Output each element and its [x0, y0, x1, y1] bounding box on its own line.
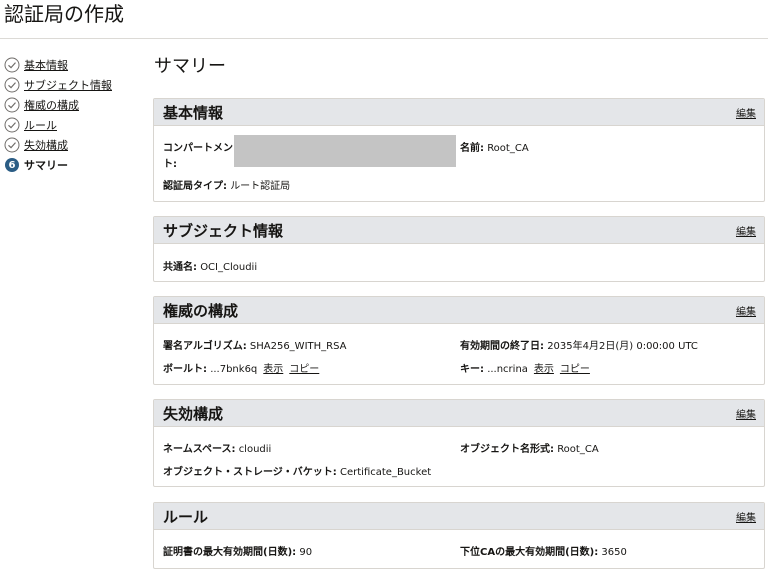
check-circle-icon [4, 117, 20, 133]
object-name-format-field: オブジェクト名形式: Root_CA [460, 444, 599, 455]
max-validity-field: 証明書の最大有効期間(日数): 90 [163, 547, 313, 558]
edit-link[interactable]: 編集 [736, 303, 756, 318]
edit-link[interactable]: 編集 [736, 509, 756, 524]
check-circle-icon [4, 137, 20, 153]
summary-title: サマリー [154, 56, 226, 77]
step-rules[interactable]: ルール [4, 115, 144, 135]
vault-field: ボールト: ...7bnk6q 表示 コピー [163, 364, 320, 375]
step-basic-info[interactable]: 基本情報 [4, 55, 144, 75]
wizard-steps: 基本情報 サブジェクト情報 権威の構成 ルール 失効構成 6 サマリー [4, 55, 144, 175]
card-title: 基本情報 [163, 103, 224, 122]
name-field: 名前: Root_CA [460, 143, 529, 154]
card-title: 権威の構成 [163, 301, 239, 320]
step-summary: 6 サマリー [4, 155, 144, 175]
step-link-revocation-config[interactable]: 失効構成 [24, 137, 68, 153]
card-title: ルール [163, 507, 209, 526]
card-title: 失効構成 [163, 404, 224, 423]
namespace-field: ネームスペース: cloudii [163, 444, 272, 455]
subordinate-max-validity-field: 下位CAの最大有効期間(日数): 3650 [460, 547, 627, 558]
step-link-rules[interactable]: ルール [24, 117, 57, 133]
page-title: 認証局の作成 [0, 0, 768, 39]
step-revocation-config[interactable]: 失効構成 [4, 135, 144, 155]
bucket-field: オブジェクト・ストレージ・バケット: Certificate_Bucket [163, 467, 432, 478]
step-link-basic-info[interactable]: 基本情報 [24, 57, 68, 73]
edit-link[interactable]: 編集 [736, 223, 756, 238]
step-subject-info[interactable]: サブジェクト情報 [4, 75, 144, 95]
authority-config-card: 権威の構成 編集 署名アルゴリズム: SHA256_WITH_RSA 有効期間の… [153, 296, 765, 385]
step-authority-config[interactable]: 権威の構成 [4, 95, 144, 115]
step-number-badge: 6 [5, 158, 19, 172]
vault-show-link[interactable]: 表示 [263, 364, 283, 375]
edit-link[interactable]: 編集 [736, 105, 756, 120]
rules-card: ルール 編集 証明書の最大有効期間(日数): 90 下位CAの最大有効期間(日数… [153, 502, 765, 569]
key-field: キー: ...ncrina 表示 コピー [460, 364, 590, 375]
compartment-label: コンパートメン [163, 143, 233, 154]
ca-type-field: 認証局タイプ: ルート認証局 [163, 181, 291, 192]
subject-info-card: サブジェクト情報 編集 共通名: OCI_Cloudii [153, 216, 765, 282]
check-circle-icon [4, 77, 20, 93]
key-show-link[interactable]: 表示 [534, 364, 554, 375]
expiry-date-field: 有効期間の終了日: 2035年4月2日(月) 0:00:00 UTC [460, 341, 698, 352]
basic-info-card: 基本情報 編集 コンパートメン ト: 名前: Root_CA 認証局タイプ: ル… [153, 98, 765, 202]
step-label-summary: サマリー [24, 159, 68, 172]
signing-algorithm-field: 署名アルゴリズム: SHA256_WITH_RSA [163, 341, 347, 352]
revocation-config-card: 失効構成 編集 ネームスペース: cloudii オブジェクト名形式: Root… [153, 399, 765, 487]
common-name-field: 共通名: OCI_Cloudii [163, 262, 258, 273]
step-link-subject-info[interactable]: サブジェクト情報 [24, 77, 112, 93]
check-circle-icon [4, 97, 20, 113]
check-circle-icon [4, 57, 20, 73]
compartment-label-cont: ト: [163, 159, 177, 170]
vault-copy-link[interactable]: コピー [289, 364, 319, 375]
redacted-compartment-value [234, 135, 456, 167]
edit-link[interactable]: 編集 [736, 406, 756, 421]
key-copy-link[interactable]: コピー [560, 364, 590, 375]
step-link-authority-config[interactable]: 権威の構成 [24, 97, 79, 113]
card-title: サブジェクト情報 [163, 221, 284, 240]
